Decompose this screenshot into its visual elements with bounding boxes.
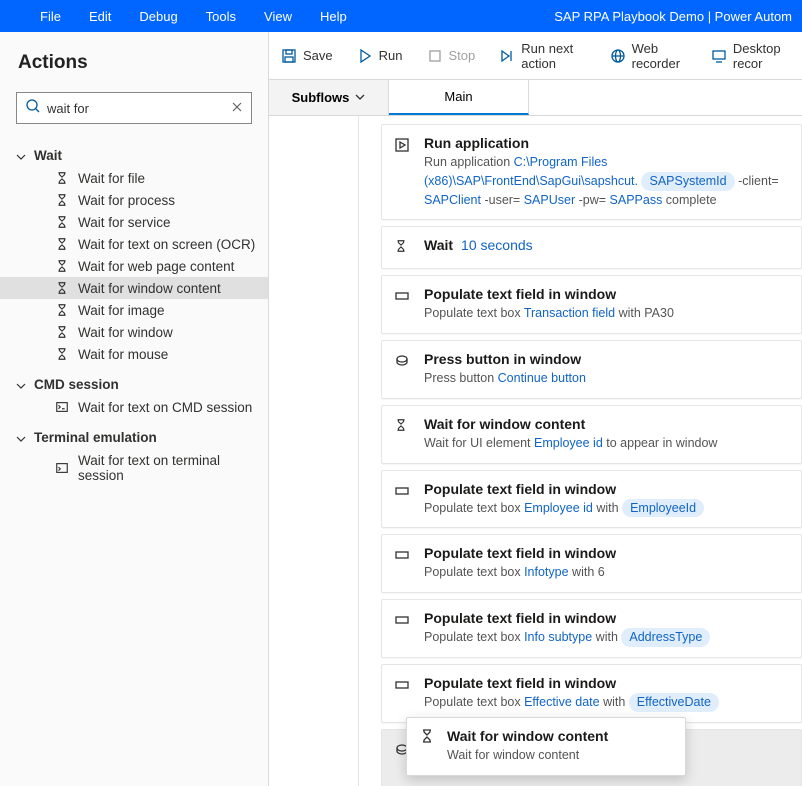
hourglass-icon: [54, 215, 70, 229]
action-wait-for-text-on-cmd-session[interactable]: Wait for text on CMD session: [0, 396, 268, 418]
subflows-dropdown[interactable]: Subflows: [269, 80, 389, 115]
step-title: Populate text field in window: [424, 286, 789, 302]
step-title: Wait10 seconds: [424, 237, 789, 253]
tree-group-terminal-emulation[interactable]: Terminal emulation: [0, 426, 268, 449]
hourglass-icon: [54, 259, 70, 273]
save-button[interactable]: Save: [269, 48, 345, 64]
step-title: Populate text field in window: [424, 675, 789, 691]
step-card[interactable]: Populate text field in window Populate te…: [381, 599, 802, 658]
hourglass-icon: [419, 728, 435, 749]
step-card[interactable]: Populate text field in window Populate te…: [381, 664, 802, 723]
step-title: Populate text field in window: [424, 481, 789, 497]
textbox-icon: [394, 675, 412, 698]
step-number-gutter: [269, 116, 359, 786]
step-card[interactable]: Wait10 seconds: [381, 226, 802, 269]
hourglass-icon: [394, 237, 412, 258]
step-description: Wait for UI element Employee id to appea…: [424, 434, 789, 453]
step-title: Wait for window content: [424, 416, 789, 432]
hourglass-icon: [54, 303, 70, 317]
step-card[interactable]: Populate text field in window Populate te…: [381, 275, 802, 334]
step-description: Populate text box Transaction field with…: [424, 304, 789, 323]
tree-group-wait[interactable]: Wait: [0, 144, 268, 167]
dragged-card-desc: Wait for window content: [447, 746, 608, 765]
search-icon: [25, 98, 41, 119]
step-card[interactable]: Run application Run application C:\Progra…: [381, 124, 802, 220]
step-title: Populate text field in window: [424, 610, 789, 626]
dragged-action-card[interactable]: Wait for window content Wait for window …: [406, 717, 686, 776]
step-card[interactable]: Populate text field in window Populate te…: [381, 534, 802, 593]
step-description: Populate text box Employee id with Emplo…: [424, 499, 789, 518]
chevron-down-icon: [16, 379, 28, 391]
clear-search-icon[interactable]: [231, 101, 243, 116]
textbox-icon: [394, 286, 412, 309]
window-title: SAP RPA Playbook Demo | Power Autom: [554, 9, 802, 24]
action-wait-for-service[interactable]: Wait for service: [0, 211, 268, 233]
action-wait-for-process[interactable]: Wait for process: [0, 189, 268, 211]
menu-help[interactable]: Help: [306, 9, 361, 24]
action-wait-for-image[interactable]: Wait for image: [0, 299, 268, 321]
menu-bar: FileEditDebugToolsViewHelp SAP RPA Playb…: [0, 0, 802, 32]
action-wait-for-web-page-content[interactable]: Wait for web page content: [0, 255, 268, 277]
stop-button[interactable]: Stop: [415, 48, 488, 64]
menu-file[interactable]: File: [0, 9, 75, 24]
desktop-recorder-button[interactable]: Desktop recor: [699, 41, 802, 71]
toolbar: Save Run Stop Run next action Web record…: [269, 32, 802, 80]
hourglass-icon: [394, 416, 412, 437]
step-title: Populate text field in window: [424, 545, 789, 561]
hourglass-icon: [54, 347, 70, 361]
search-box[interactable]: [16, 92, 252, 124]
step-title: Run application: [424, 135, 789, 151]
textbox-icon: [394, 610, 412, 633]
action-wait-for-file[interactable]: Wait for file: [0, 167, 268, 189]
tab-main[interactable]: Main: [389, 80, 529, 115]
step-description: Populate text box Info subtype with Addr…: [424, 628, 789, 647]
chevron-down-icon: [16, 432, 28, 444]
menu-edit[interactable]: Edit: [75, 9, 125, 24]
run-button[interactable]: Run: [345, 48, 415, 64]
action-wait-for-text-on-terminal-session[interactable]: Wait for text on terminal session: [0, 449, 268, 486]
chevron-down-icon: [16, 150, 28, 162]
press-icon: [394, 351, 412, 374]
step-card[interactable]: Wait for window content Wait for UI eleme…: [381, 405, 802, 464]
hourglass-icon: [54, 281, 70, 295]
step-description: Populate text box Effective date with Ef…: [424, 693, 789, 712]
textbox-icon: [394, 481, 412, 504]
action-wait-for-window-content[interactable]: Wait for window content: [0, 277, 268, 299]
step-title: Press button in window: [424, 351, 789, 367]
step-card[interactable]: Populate text field in window Populate te…: [381, 470, 802, 529]
tree-group-cmd-session[interactable]: CMD session: [0, 373, 268, 396]
play-box-icon: [394, 135, 412, 158]
menu-view[interactable]: View: [250, 9, 306, 24]
step-description: Populate text box Infotype with 6: [424, 563, 789, 582]
action-wait-for-window[interactable]: Wait for window: [0, 321, 268, 343]
textbox-icon: [394, 545, 412, 568]
chevron-down-icon: [355, 90, 365, 105]
hourglass-icon: [54, 193, 70, 207]
hourglass-icon: [54, 237, 70, 251]
step-description: Press button Continue button: [424, 369, 789, 388]
web-recorder-button[interactable]: Web recorder: [598, 41, 699, 71]
sidebar-title: Actions: [0, 32, 268, 92]
actions-sidebar: Actions WaitWait for fileWait for proces…: [0, 32, 269, 786]
run-next-button[interactable]: Run next action: [487, 41, 597, 71]
hourglass-icon: [54, 325, 70, 339]
flow-tabs: Subflows Main: [269, 80, 802, 116]
action-tree: WaitWait for fileWait for processWait fo…: [0, 134, 268, 490]
menu-tools[interactable]: Tools: [192, 9, 250, 24]
terminal-icon: [54, 461, 70, 475]
step-description: Run application C:\Program Files (x86)\S…: [424, 153, 789, 209]
cmd-icon: [54, 400, 70, 414]
menu-debug[interactable]: Debug: [125, 9, 191, 24]
action-wait-for-text-on-screen-ocr-[interactable]: Wait for text on screen (OCR): [0, 233, 268, 255]
search-input[interactable]: [41, 101, 231, 116]
action-wait-for-mouse[interactable]: Wait for mouse: [0, 343, 268, 365]
step-card[interactable]: Press button in window Press button Conti…: [381, 340, 802, 399]
hourglass-icon: [54, 171, 70, 185]
steps-list: 1Run applicationRun application C:\Progr…: [359, 116, 802, 786]
dragged-card-title: Wait for window content: [447, 728, 608, 744]
